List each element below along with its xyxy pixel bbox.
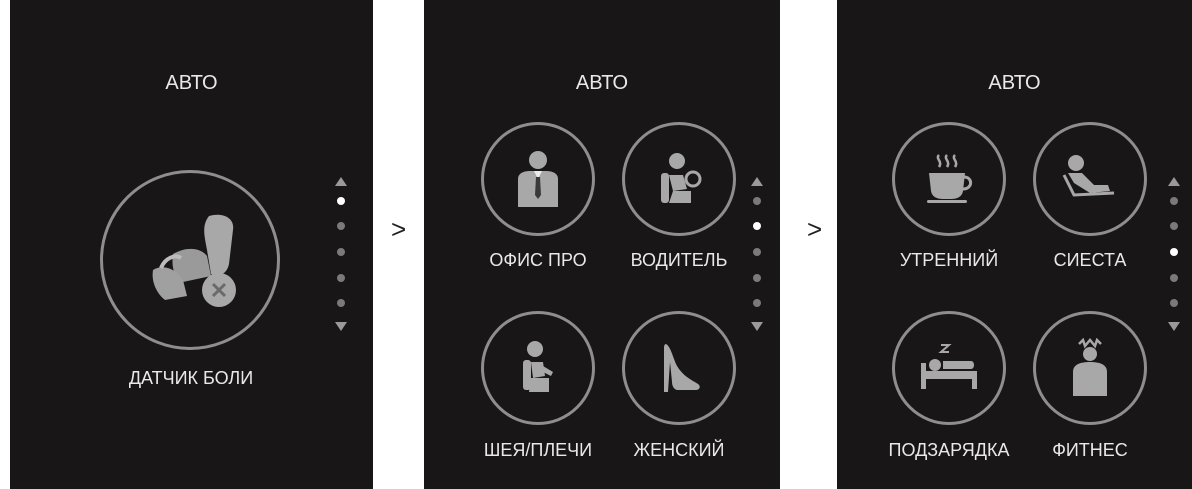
scroll-dot <box>1170 222 1178 230</box>
scroll-dot <box>337 248 345 256</box>
scroll-up-icon[interactable] <box>1168 177 1180 186</box>
scroll-down-icon[interactable] <box>335 322 347 331</box>
scroll-dot <box>753 222 761 230</box>
scroll-up-icon[interactable] <box>751 177 763 186</box>
driver-icon <box>651 151 707 207</box>
high-heel-icon <box>654 340 704 396</box>
scroll-dot <box>753 274 761 282</box>
mode-label: ШЕЯ/ПЛЕЧИ <box>483 440 593 460</box>
scroll-dot <box>1170 197 1178 205</box>
mode-button-siesta[interactable] <box>1033 122 1147 236</box>
scroll-dot <box>753 299 761 307</box>
screen-auto-1: АВТО ДАТЧИК БОЛИ <box>10 0 373 489</box>
screen-title: АВТО <box>988 72 1041 94</box>
coffee-cup-icon <box>921 151 977 207</box>
scroll-down-icon[interactable] <box>1168 322 1180 331</box>
scroll-dot <box>1170 274 1178 282</box>
scroll-dot <box>337 197 345 205</box>
mode-label: ВОДИТЕЛЬ <box>630 250 728 270</box>
scroll-dot <box>753 248 761 256</box>
mode-button-office-pro[interactable] <box>481 122 595 236</box>
mode-button-female[interactable] <box>622 311 736 425</box>
office-worker-icon <box>510 149 566 209</box>
scroll-dot <box>1170 248 1178 256</box>
screen-auto-2: АВТО ОФИС ПРО ВОДИТЕЛЬ ШЕЯ/ПЛЕЧИ ЖЕНСКИЙ <box>424 0 780 489</box>
scroll-dot <box>753 197 761 205</box>
mode-button-pain-sensor[interactable] <box>100 170 280 350</box>
massage-chair-icon <box>135 210 245 310</box>
mode-button-morning[interactable] <box>892 122 1006 236</box>
scroll-up-icon[interactable] <box>335 177 347 186</box>
neck-shoulder-icon <box>513 340 563 396</box>
scroll-dot <box>1170 299 1178 307</box>
flow-arrow: > <box>391 214 407 244</box>
fitness-person-icon <box>1065 338 1115 398</box>
scroll-down-icon[interactable] <box>751 322 763 331</box>
screen-title: АВТО <box>165 72 218 94</box>
mode-button-neck-shoulder[interactable] <box>481 311 595 425</box>
scroll-indicator[interactable] <box>1165 177 1185 337</box>
mode-label: ЖЕНСКИЙ <box>633 440 725 460</box>
scroll-dot <box>337 299 345 307</box>
mode-label: УТРЕННИЙ <box>899 250 999 270</box>
scroll-indicator[interactable] <box>748 177 768 337</box>
scroll-dot <box>337 274 345 282</box>
mode-label: ФИТНЕС <box>1052 440 1128 460</box>
mode-label: ПОДЗАРЯДКА <box>888 440 1010 460</box>
reclining-person-icon <box>1060 151 1120 207</box>
scroll-indicator[interactable] <box>332 177 352 337</box>
screen-title: АВТО <box>575 72 629 94</box>
mode-button-recharge[interactable] <box>892 311 1006 425</box>
mode-button-fitness[interactable] <box>1033 311 1147 425</box>
flow-arrow: > <box>807 214 823 244</box>
scroll-dot <box>337 222 345 230</box>
mode-label: ОФИС ПРО <box>489 250 587 270</box>
mode-label: СИЕСТА <box>1053 250 1127 270</box>
screen-auto-3: АВТО УТРЕННИЙ СИЕСТА ПОДЗАРЯДКА ФИТНЕС <box>837 0 1192 489</box>
sleeping-person-icon <box>917 343 981 393</box>
mode-button-driver[interactable] <box>622 122 736 236</box>
mode-label: ДАТЧИК БОЛИ <box>128 368 254 388</box>
